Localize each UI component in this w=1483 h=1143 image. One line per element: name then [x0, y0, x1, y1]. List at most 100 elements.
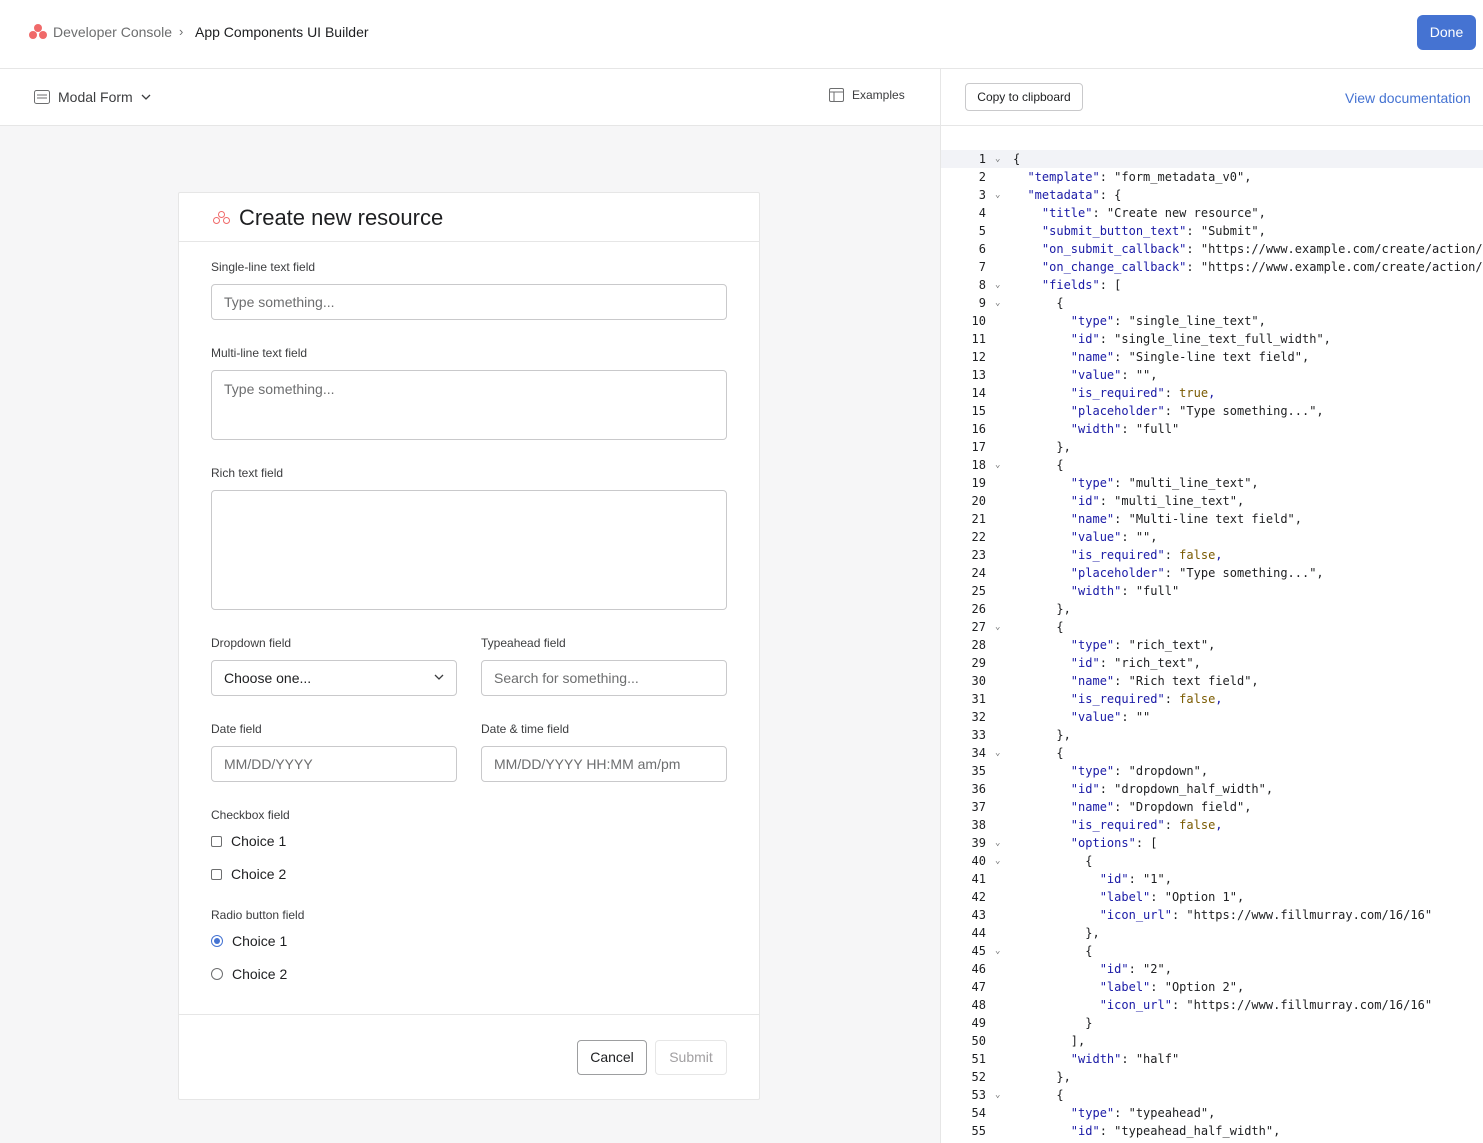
code-line[interactable]: 50 ], [941, 1032, 1483, 1050]
radio-choice-1-label[interactable]: Choice 1 [232, 933, 287, 949]
code-line[interactable]: 22 "value": "", [941, 528, 1483, 546]
code-line[interactable]: 16 "width": "full" [941, 420, 1483, 438]
dropdown-select[interactable]: Choose one... [211, 660, 457, 696]
code-line[interactable]: 14 "is_required": true, [941, 384, 1483, 402]
code-line[interactable]: 55 "id": "typeahead_half_width", [941, 1122, 1483, 1140]
multi-line-input[interactable]: Type something... [211, 370, 727, 440]
radio-choice-2[interactable] [211, 968, 223, 980]
code-line[interactable]: 24 "placeholder": "Type something...", [941, 564, 1483, 582]
code-text: "width": "full" [1070, 584, 1180, 598]
rich-text-label: Rich text field [211, 466, 284, 480]
code-line[interactable]: 4 "title": "Create new resource", [941, 204, 1483, 222]
checkbox-choice-2-label[interactable]: Choice 2 [231, 866, 286, 882]
typeahead-input[interactable]: Search for something... [481, 660, 727, 696]
code-line[interactable]: 6 "on_submit_callback": "https://www.exa… [941, 240, 1483, 258]
json-code-editor[interactable]: 1 ⌄ {2 "template": "form_metadata_v0", 3 ⌄ "… [941, 150, 1483, 1143]
code-line[interactable]: 39 ⌄ "options": [ [941, 834, 1483, 852]
datetime-input[interactable]: MM/DD/YYYY HH:MM am/pm [481, 746, 727, 782]
code-line[interactable]: 18 ⌄ { [941, 456, 1483, 474]
code-line[interactable]: 3 ⌄ "metadata": { [941, 186, 1483, 204]
code-line[interactable]: 20 "id": "multi_line_text", [941, 492, 1483, 510]
code-line[interactable]: 43 "icon_url": "https://www.fillmurray.c… [941, 906, 1483, 924]
fold-chevron-icon[interactable]: ⌄ [995, 852, 1000, 870]
code-line[interactable]: 34 ⌄ { [941, 744, 1483, 762]
fold-chevron-icon[interactable]: ⌄ [995, 186, 1000, 204]
fold-chevron-icon[interactable]: ⌄ [995, 942, 1000, 960]
code-line[interactable]: 31 "is_required": false, [941, 690, 1483, 708]
code-line[interactable]: 26 }, [941, 600, 1483, 618]
code-line[interactable]: 41 "id": "1", [941, 870, 1483, 888]
code-line[interactable]: 1 ⌄ { [941, 150, 1483, 168]
copy-to-clipboard-button[interactable]: Copy to clipboard [965, 83, 1083, 111]
code-line[interactable]: 47 "label": "Option 2", [941, 978, 1483, 996]
date-input[interactable]: MM/DD/YYYY [211, 746, 457, 782]
code-line[interactable]: 11 "id": "single_line_text_full_width", [941, 330, 1483, 348]
code-line[interactable]: 21 "name": "Multi-line text field", [941, 510, 1483, 528]
code-line[interactable]: 2 "template": "form_metadata_v0", [941, 168, 1483, 186]
cancel-button[interactable]: Cancel [577, 1040, 647, 1075]
code-line[interactable]: 19 "type": "multi_line_text", [941, 474, 1483, 492]
line-number: 12 [971, 350, 986, 364]
code-line[interactable]: 33 }, [941, 726, 1483, 744]
fold-chevron-icon[interactable]: ⌄ [995, 618, 1000, 636]
checkbox-choice-2[interactable] [211, 869, 222, 880]
fold-chevron-icon[interactable]: ⌄ [995, 834, 1000, 852]
rich-text-editor[interactable] [211, 490, 727, 610]
code-line[interactable]: 25 "width": "full" [941, 582, 1483, 600]
code-line[interactable]: 9 ⌄ { [941, 294, 1483, 312]
code-line[interactable]: 48 "icon_url": "https://www.fillmurray.c… [941, 996, 1483, 1014]
single-line-input[interactable]: Type something... [211, 284, 727, 320]
code-line[interactable]: 36 "id": "dropdown_half_width", [941, 780, 1483, 798]
code-text: "id": "2", [1099, 962, 1172, 976]
code-line[interactable]: 13 "value": "", [941, 366, 1483, 384]
code-line[interactable]: 51 "width": "half" [941, 1050, 1483, 1068]
fold-chevron-icon[interactable]: ⌄ [995, 294, 1000, 312]
breadcrumb-developer-console[interactable]: Developer Console [53, 24, 172, 40]
fold-chevron-icon[interactable]: ⌄ [995, 276, 1000, 294]
code-line[interactable]: 46 "id": "2", [941, 960, 1483, 978]
checkbox-choice-1[interactable] [211, 836, 222, 847]
code-line[interactable]: 35 "type": "dropdown", [941, 762, 1483, 780]
radio-choice-2-label[interactable]: Choice 2 [232, 966, 287, 982]
code-line[interactable]: 42 "label": "Option 1", [941, 888, 1483, 906]
line-number: 38 [971, 818, 986, 832]
done-button[interactable]: Done [1417, 15, 1476, 50]
code-line[interactable]: 12 "name": "Single-line text field", [941, 348, 1483, 366]
code-line[interactable]: 37 "name": "Dropdown field", [941, 798, 1483, 816]
examples-button[interactable]: Examples [829, 88, 905, 102]
code-text: { [1013, 1088, 1064, 1102]
code-line[interactable]: 23 "is_required": false, [941, 546, 1483, 564]
code-line[interactable]: 27 ⌄ { [941, 618, 1483, 636]
code-line[interactable]: 40 ⌄ { [941, 852, 1483, 870]
code-line[interactable]: 5 "submit_button_text": "Submit", [941, 222, 1483, 240]
code-line[interactable]: 8 ⌄ "fields": [ [941, 276, 1483, 294]
code-line[interactable]: 15 "placeholder": "Type something...", [941, 402, 1483, 420]
code-line[interactable]: 49 } [941, 1014, 1483, 1032]
code-line[interactable]: 30 "name": "Rich text field", [941, 672, 1483, 690]
code-line[interactable]: 32 "value": "" [941, 708, 1483, 726]
builder-toolbar: Modal Form Examples [0, 69, 940, 126]
code-line[interactable]: 52 }, [941, 1068, 1483, 1086]
checkbox-choice-1-label[interactable]: Choice 1 [231, 833, 286, 849]
line-number: 44 [971, 926, 986, 940]
code-line[interactable]: 38 "is_required": false, [941, 816, 1483, 834]
code-line[interactable]: 17 }, [941, 438, 1483, 456]
code-text: "is_required": false, [1070, 548, 1223, 562]
code-line[interactable]: 53 ⌄ { [941, 1086, 1483, 1104]
code-line[interactable]: 29 "id": "rich_text", [941, 654, 1483, 672]
code-line[interactable]: 45 ⌄ { [941, 942, 1483, 960]
code-line[interactable]: 54 "type": "typeahead", [941, 1104, 1483, 1122]
radio-choice-1[interactable] [211, 935, 223, 947]
code-line[interactable]: 7 "on_change_callback": "https://www.exa… [941, 258, 1483, 276]
fold-chevron-icon[interactable]: ⌄ [995, 150, 1000, 168]
template-select[interactable]: Modal Form [34, 88, 151, 106]
fold-chevron-icon[interactable]: ⌄ [995, 1086, 1000, 1104]
code-line[interactable]: 44 }, [941, 924, 1483, 942]
fold-chevron-icon[interactable]: ⌄ [995, 744, 1000, 762]
fold-chevron-icon[interactable]: ⌄ [995, 456, 1000, 474]
submit-button[interactable]: Submit [655, 1040, 727, 1075]
code-text: "icon_url": "https://www.fillmurray.com/… [1099, 908, 1433, 922]
view-documentation-link[interactable]: View documentation [1345, 90, 1471, 106]
code-line[interactable]: 28 "type": "rich_text", [941, 636, 1483, 654]
code-line[interactable]: 10 "type": "single_line_text", [941, 312, 1483, 330]
